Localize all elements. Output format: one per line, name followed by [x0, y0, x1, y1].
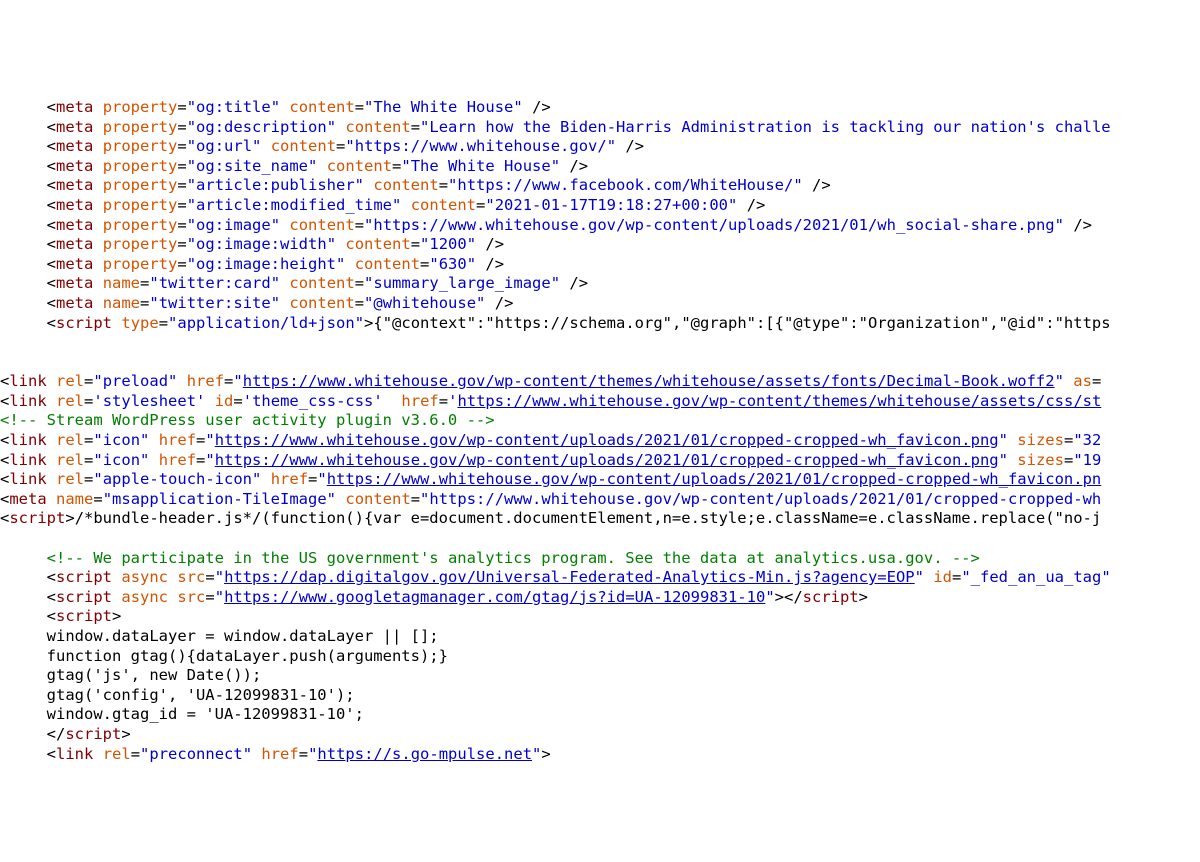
- code-line: <meta property="og:title" content="The W…: [0, 98, 551, 116]
- code-line: </script>: [0, 725, 131, 743]
- code-line: <meta property="og:site_name" content="T…: [0, 157, 588, 175]
- code-line: <meta property="og:description" content=…: [0, 118, 1111, 136]
- url-link[interactable]: https://www.whitehouse.gov/wp-content/up…: [215, 431, 999, 449]
- code-line: <script async src="https://dap.digitalgo…: [0, 568, 1111, 586]
- url-link[interactable]: https://www.whitehouse.gov/wp-content/up…: [327, 470, 1102, 488]
- url-link[interactable]: https://www.whitehouse.gov/wp-content/th…: [243, 372, 1055, 390]
- code-line: <meta name="twitter:card" content="summa…: [0, 274, 588, 292]
- code-line: <!-- We participate in the US government…: [0, 549, 980, 567]
- code-line: <meta property="og:image:width" content=…: [0, 235, 504, 253]
- code-line: <meta name="msapplication-TileImage" con…: [0, 490, 1101, 508]
- code-line: <meta property="og:image" content="https…: [0, 216, 1092, 234]
- code-line: <meta property="og:url" content="https:/…: [0, 137, 644, 155]
- code-line: gtag('js', new Date());: [0, 666, 261, 684]
- code-line: <link rel="icon" href="https://www.white…: [0, 451, 1101, 469]
- code-line: <link rel="preload" href="https://www.wh…: [0, 372, 1101, 390]
- code-line: <meta property="article:modified_time" c…: [0, 196, 765, 214]
- code-line: <meta property="article:publisher" conte…: [0, 176, 831, 194]
- code-line: <meta name="twitter:site" content="@whit…: [0, 294, 513, 312]
- url-link[interactable]: https://s.go-mpulse.net: [317, 745, 532, 763]
- code-line: <script>: [0, 607, 121, 625]
- code-line: <script type="application/ld+json">{"@co…: [0, 314, 1111, 332]
- source-code-view: <meta property="og:title" content="The W…: [0, 78, 1200, 764]
- code-line: function gtag(){dataLayer.push(arguments…: [0, 647, 448, 665]
- code-line: <link rel='stylesheet' id='theme_css-css…: [0, 392, 1101, 410]
- code-line: <script>/*bundle-header.js*/(function(){…: [0, 509, 1101, 527]
- code-line: <meta property="og:image:height" content…: [0, 255, 504, 273]
- code-line: window.gtag_id = 'UA-12099831-10';: [0, 705, 364, 723]
- url-link[interactable]: https://dap.digitalgov.gov/Universal-Fed…: [224, 568, 915, 586]
- url-link[interactable]: https://www.whitehouse.gov/wp-content/up…: [215, 451, 999, 469]
- code-line: gtag('config', 'UA-12099831-10');: [0, 686, 355, 704]
- blank-line: [0, 353, 9, 371]
- code-line: <!-- Stream WordPress user activity plug…: [0, 411, 495, 429]
- code-line: <link rel="preconnect" href="https://s.g…: [0, 745, 551, 763]
- blank-line: [0, 529, 9, 547]
- code-line: <script async src="https://www.googletag…: [0, 588, 868, 606]
- code-line: <link rel="apple-touch-icon" href="https…: [0, 470, 1101, 488]
- url-link[interactable]: https://www.whitehouse.gov/wp-content/th…: [457, 392, 1101, 410]
- url-link[interactable]: https://www.googletagmanager.com/gtag/js…: [224, 588, 765, 606]
- code-line: <link rel="icon" href="https://www.white…: [0, 431, 1101, 449]
- code-line: window.dataLayer = window.dataLayer || […: [0, 627, 439, 645]
- blank-line: [0, 333, 9, 351]
